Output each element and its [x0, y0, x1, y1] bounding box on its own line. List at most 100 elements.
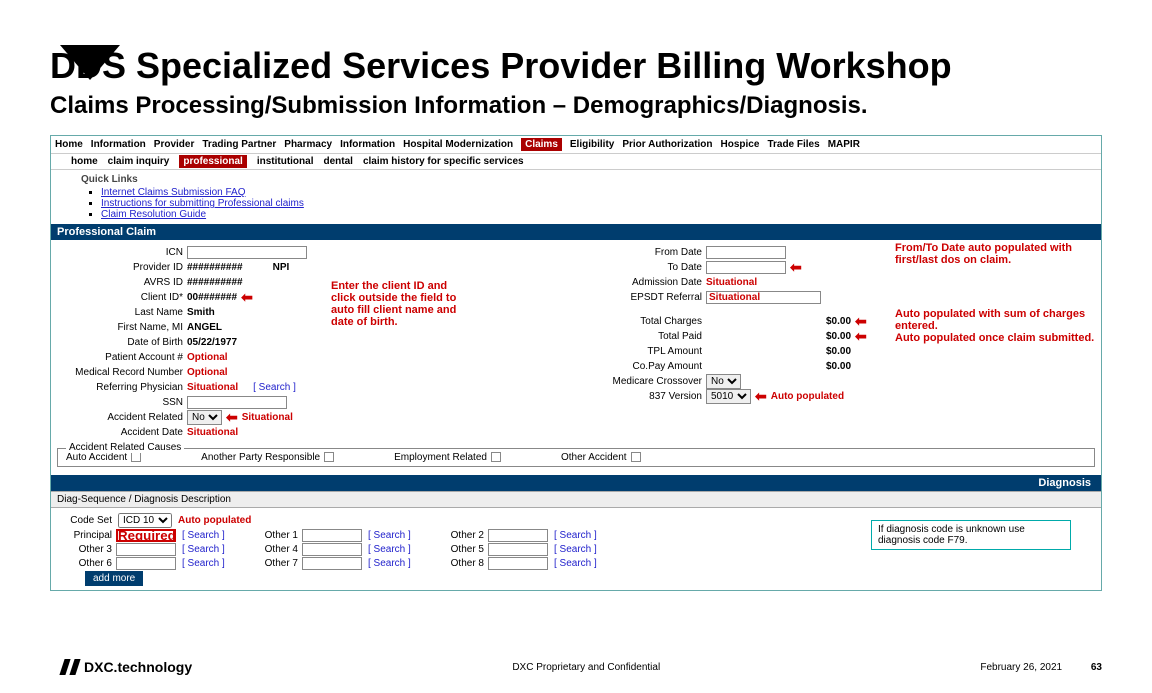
- page-title: DDS Specialized Services Provider Billin…: [50, 45, 1152, 87]
- search-link[interactable]: [ Search ]: [182, 558, 225, 569]
- topnav-item[interactable]: Prior Authorization: [622, 139, 712, 150]
- topnav-item[interactable]: Hospital Modernization: [403, 139, 513, 150]
- quick-links: Quick Links Internet Claims Submission F…: [51, 170, 1101, 224]
- input-to-date[interactable]: [706, 261, 786, 274]
- search-link[interactable]: [ Search ]: [182, 544, 225, 555]
- search-link[interactable]: [ Search ]: [554, 558, 597, 569]
- search-link[interactable]: [ Search ]: [368, 530, 411, 541]
- diag-input[interactable]: [302, 543, 362, 556]
- input-from-date[interactable]: [706, 246, 786, 259]
- footer: DXC.technology DXC Proprietary and Confi…: [0, 659, 1152, 675]
- search-link[interactable]: [ Search ]: [554, 544, 597, 555]
- quick-link[interactable]: Internet Claims Submission FAQ: [101, 187, 246, 198]
- label-admission-date: Admission Date: [576, 277, 706, 288]
- diag-input[interactable]: [488, 529, 548, 542]
- search-link[interactable]: [ Search ]: [368, 544, 411, 555]
- diag-input[interactable]: [116, 557, 176, 570]
- checkbox-other-accident[interactable]: [631, 452, 641, 462]
- select-accident-related[interactable]: No: [187, 410, 222, 425]
- topnav-item[interactable]: Hospice: [721, 139, 760, 150]
- input-ssn[interactable]: [187, 396, 287, 409]
- diagnosis-note: If diagnosis code is unknown use diagnos…: [871, 520, 1071, 550]
- decorative-triangle: [60, 45, 120, 80]
- arrow-left-icon: ⬅: [855, 328, 867, 345]
- label-auto-accident: Auto Accident: [66, 452, 127, 463]
- diag-label: Other 1: [243, 530, 298, 541]
- select-837[interactable]: 5010: [706, 389, 751, 404]
- search-link[interactable]: [ Search ]: [368, 558, 411, 569]
- page-number: 63: [1091, 662, 1102, 673]
- select-medicare[interactable]: No: [706, 374, 741, 389]
- label-accident-related: Accident Related: [57, 412, 187, 423]
- diag-label: Other 7: [243, 558, 298, 569]
- label-to-date: To Date: [576, 262, 706, 273]
- topnav-item[interactable]: Pharmacy: [284, 139, 332, 150]
- checkbox-other-party[interactable]: [324, 452, 334, 462]
- label-accident-date: Accident Date: [57, 427, 187, 438]
- label-other-accident: Other Accident: [561, 452, 627, 463]
- value-mrn: Optional: [187, 367, 228, 378]
- diag-label: Other 4: [243, 544, 298, 555]
- quick-links-title: Quick Links: [81, 174, 1071, 185]
- topnav-item[interactable]: Information: [340, 139, 395, 150]
- value-ref-phys: Situational: [187, 382, 238, 393]
- subnav-item[interactable]: professional: [179, 155, 246, 168]
- topnav-item[interactable]: Claims: [521, 138, 562, 151]
- section-diagnosis: Diagnosis: [51, 475, 1101, 491]
- checkbox-employment[interactable]: [491, 452, 501, 462]
- topnav-item[interactable]: MAPIR: [828, 139, 860, 150]
- diag-input[interactable]: [488, 543, 548, 556]
- section-professional-claim: Professional Claim: [51, 224, 1101, 240]
- arrow-left-icon: ⬅: [755, 388, 767, 405]
- label-client-id: Client ID*: [57, 292, 187, 303]
- diag-label: Other 6: [57, 558, 112, 569]
- value-epsdt[interactable]: Situational: [706, 291, 821, 304]
- search-link[interactable]: [ Search ]: [182, 530, 225, 541]
- search-link[interactable]: [ Search ]: [253, 382, 296, 393]
- diag-input[interactable]: [116, 543, 176, 556]
- subnav-item[interactable]: home: [71, 156, 98, 167]
- diag-label: Other 8: [429, 558, 484, 569]
- label-tpl: TPL Amount: [576, 346, 706, 357]
- value-admission-date: Situational: [706, 277, 757, 288]
- value-patient-acct: Optional: [187, 352, 228, 363]
- add-more-button[interactable]: add more: [85, 571, 143, 586]
- topnav-item[interactable]: Provider: [154, 139, 195, 150]
- quick-link[interactable]: Claim Resolution Guide: [101, 209, 206, 220]
- label-last-name: Last Name: [57, 307, 187, 318]
- diag-label: Principal: [57, 530, 112, 541]
- subnav-item[interactable]: dental: [324, 156, 353, 167]
- topnav-item[interactable]: Eligibility: [570, 139, 614, 150]
- diag-input[interactable]: [116, 529, 176, 542]
- subnav-item[interactable]: claim history for specific services: [363, 156, 524, 167]
- label-first-name: First Name, MI: [57, 322, 187, 333]
- diag-input[interactable]: [302, 529, 362, 542]
- topnav-item[interactable]: Information: [91, 139, 146, 150]
- diagnosis-area: Code Set ICD 10 Auto populated Principal…: [51, 508, 1101, 590]
- brand-text: DXC.technology: [84, 659, 192, 675]
- input-icn[interactable]: [187, 246, 307, 259]
- search-link[interactable]: [ Search ]: [554, 530, 597, 541]
- label-total-paid: Total Paid: [576, 331, 706, 342]
- sub-nav: home claim inquiry professional institution…: [51, 154, 1101, 170]
- diag-input[interactable]: [302, 557, 362, 570]
- diagnosis-subheader: Diag-Sequence / Diagnosis Description: [51, 491, 1101, 508]
- footer-right: February 26, 2021 63: [980, 662, 1102, 673]
- footer-date: February 26, 2021: [980, 662, 1062, 673]
- label-ref-phys: Referring Physician: [57, 382, 187, 393]
- annotation-situational: Situational: [242, 412, 293, 423]
- quick-link[interactable]: Instructions for submitting Professional…: [101, 198, 304, 209]
- topnav-item[interactable]: Home: [55, 139, 83, 150]
- checkbox-auto-accident[interactable]: [131, 452, 141, 462]
- label-npi: NPI: [273, 262, 290, 273]
- value-accident-date: Situational: [187, 427, 238, 438]
- dxc-logo: DXC.technology: [60, 659, 192, 675]
- topnav-item[interactable]: Trade Files: [767, 139, 819, 150]
- subnav-item[interactable]: claim inquiry: [108, 156, 170, 167]
- annotation-client-id: Enter the client ID and click outside th…: [331, 280, 461, 328]
- subnav-item[interactable]: institutional: [257, 156, 314, 167]
- label-from-date: From Date: [576, 247, 706, 258]
- diag-input[interactable]: [488, 557, 548, 570]
- select-code-set[interactable]: ICD 10: [118, 513, 172, 528]
- topnav-item[interactable]: Trading Partner: [202, 139, 276, 150]
